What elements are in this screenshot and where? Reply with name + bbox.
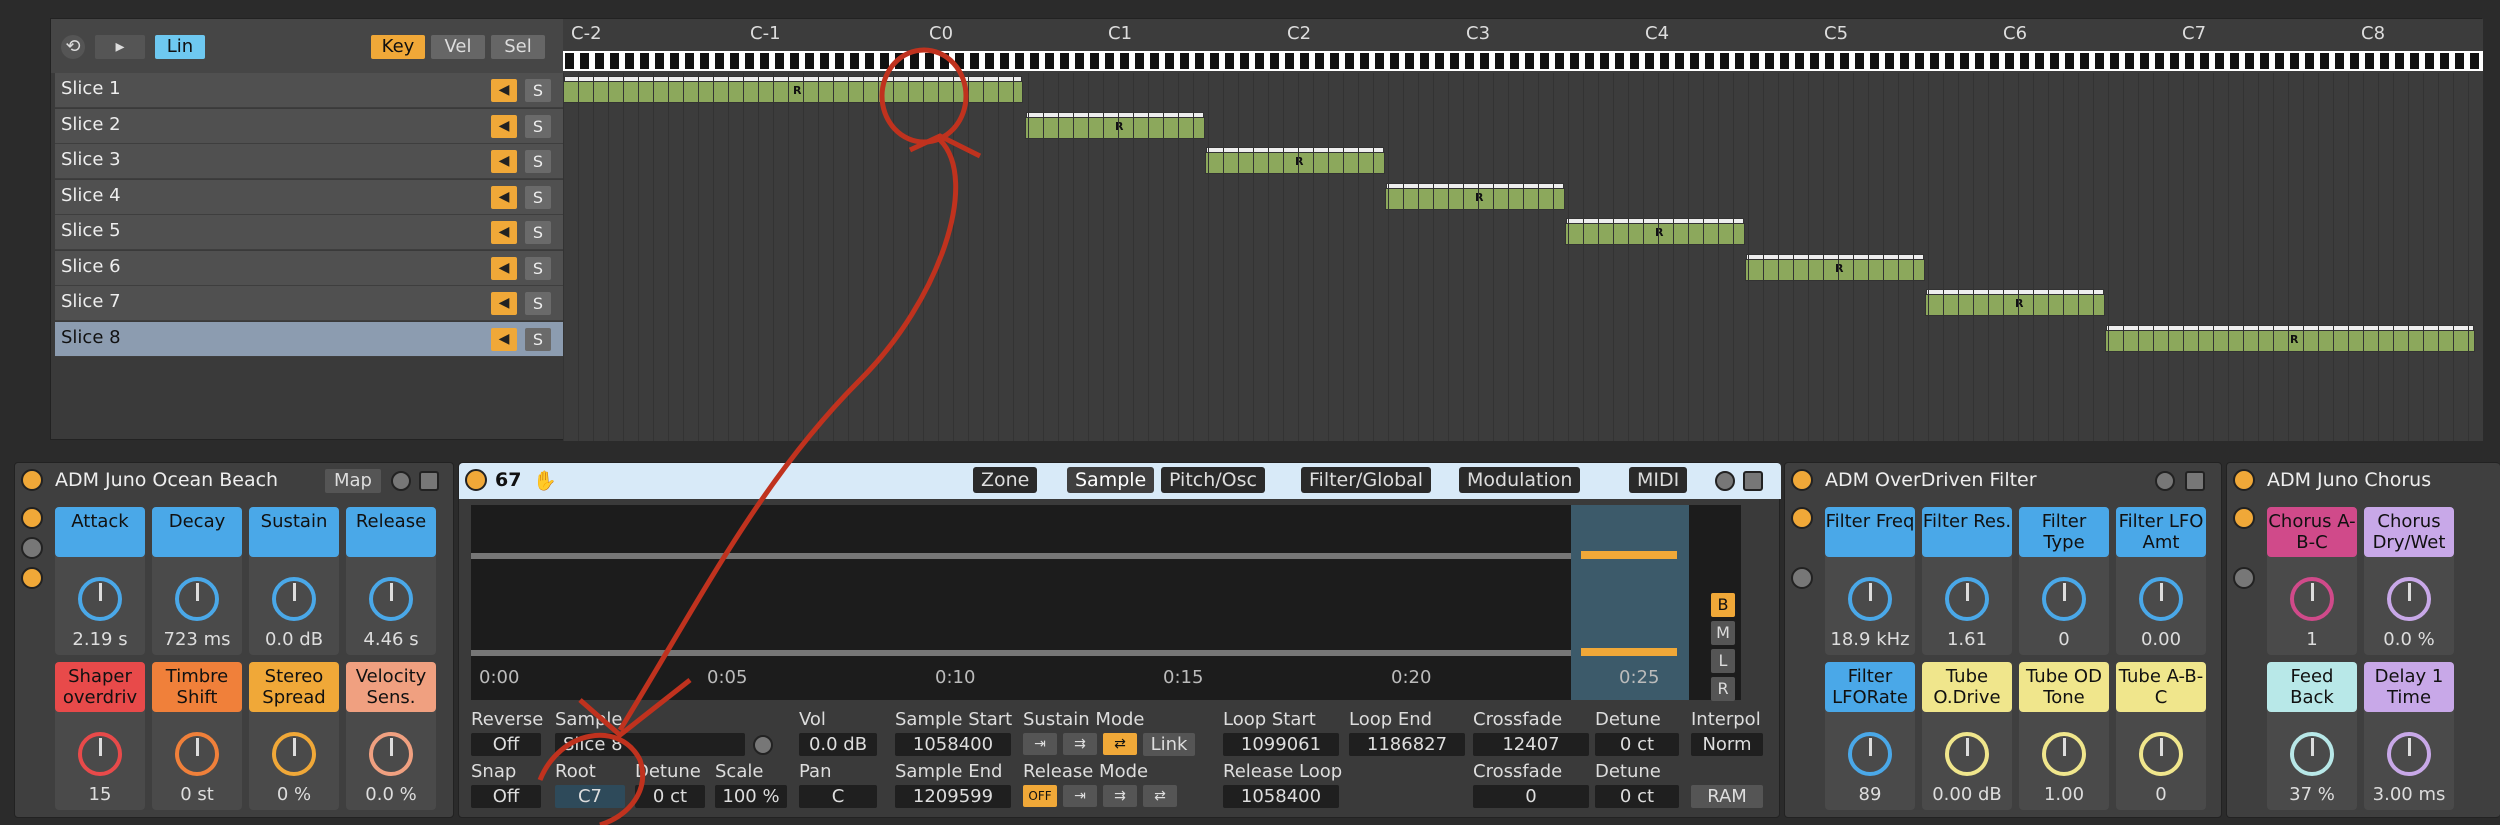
annotation-overlay [537,47,982,825]
annotation-circle-bottom [537,732,646,825]
annotation-arrow-line [617,138,959,732]
annotation-circle-top [879,47,969,145]
